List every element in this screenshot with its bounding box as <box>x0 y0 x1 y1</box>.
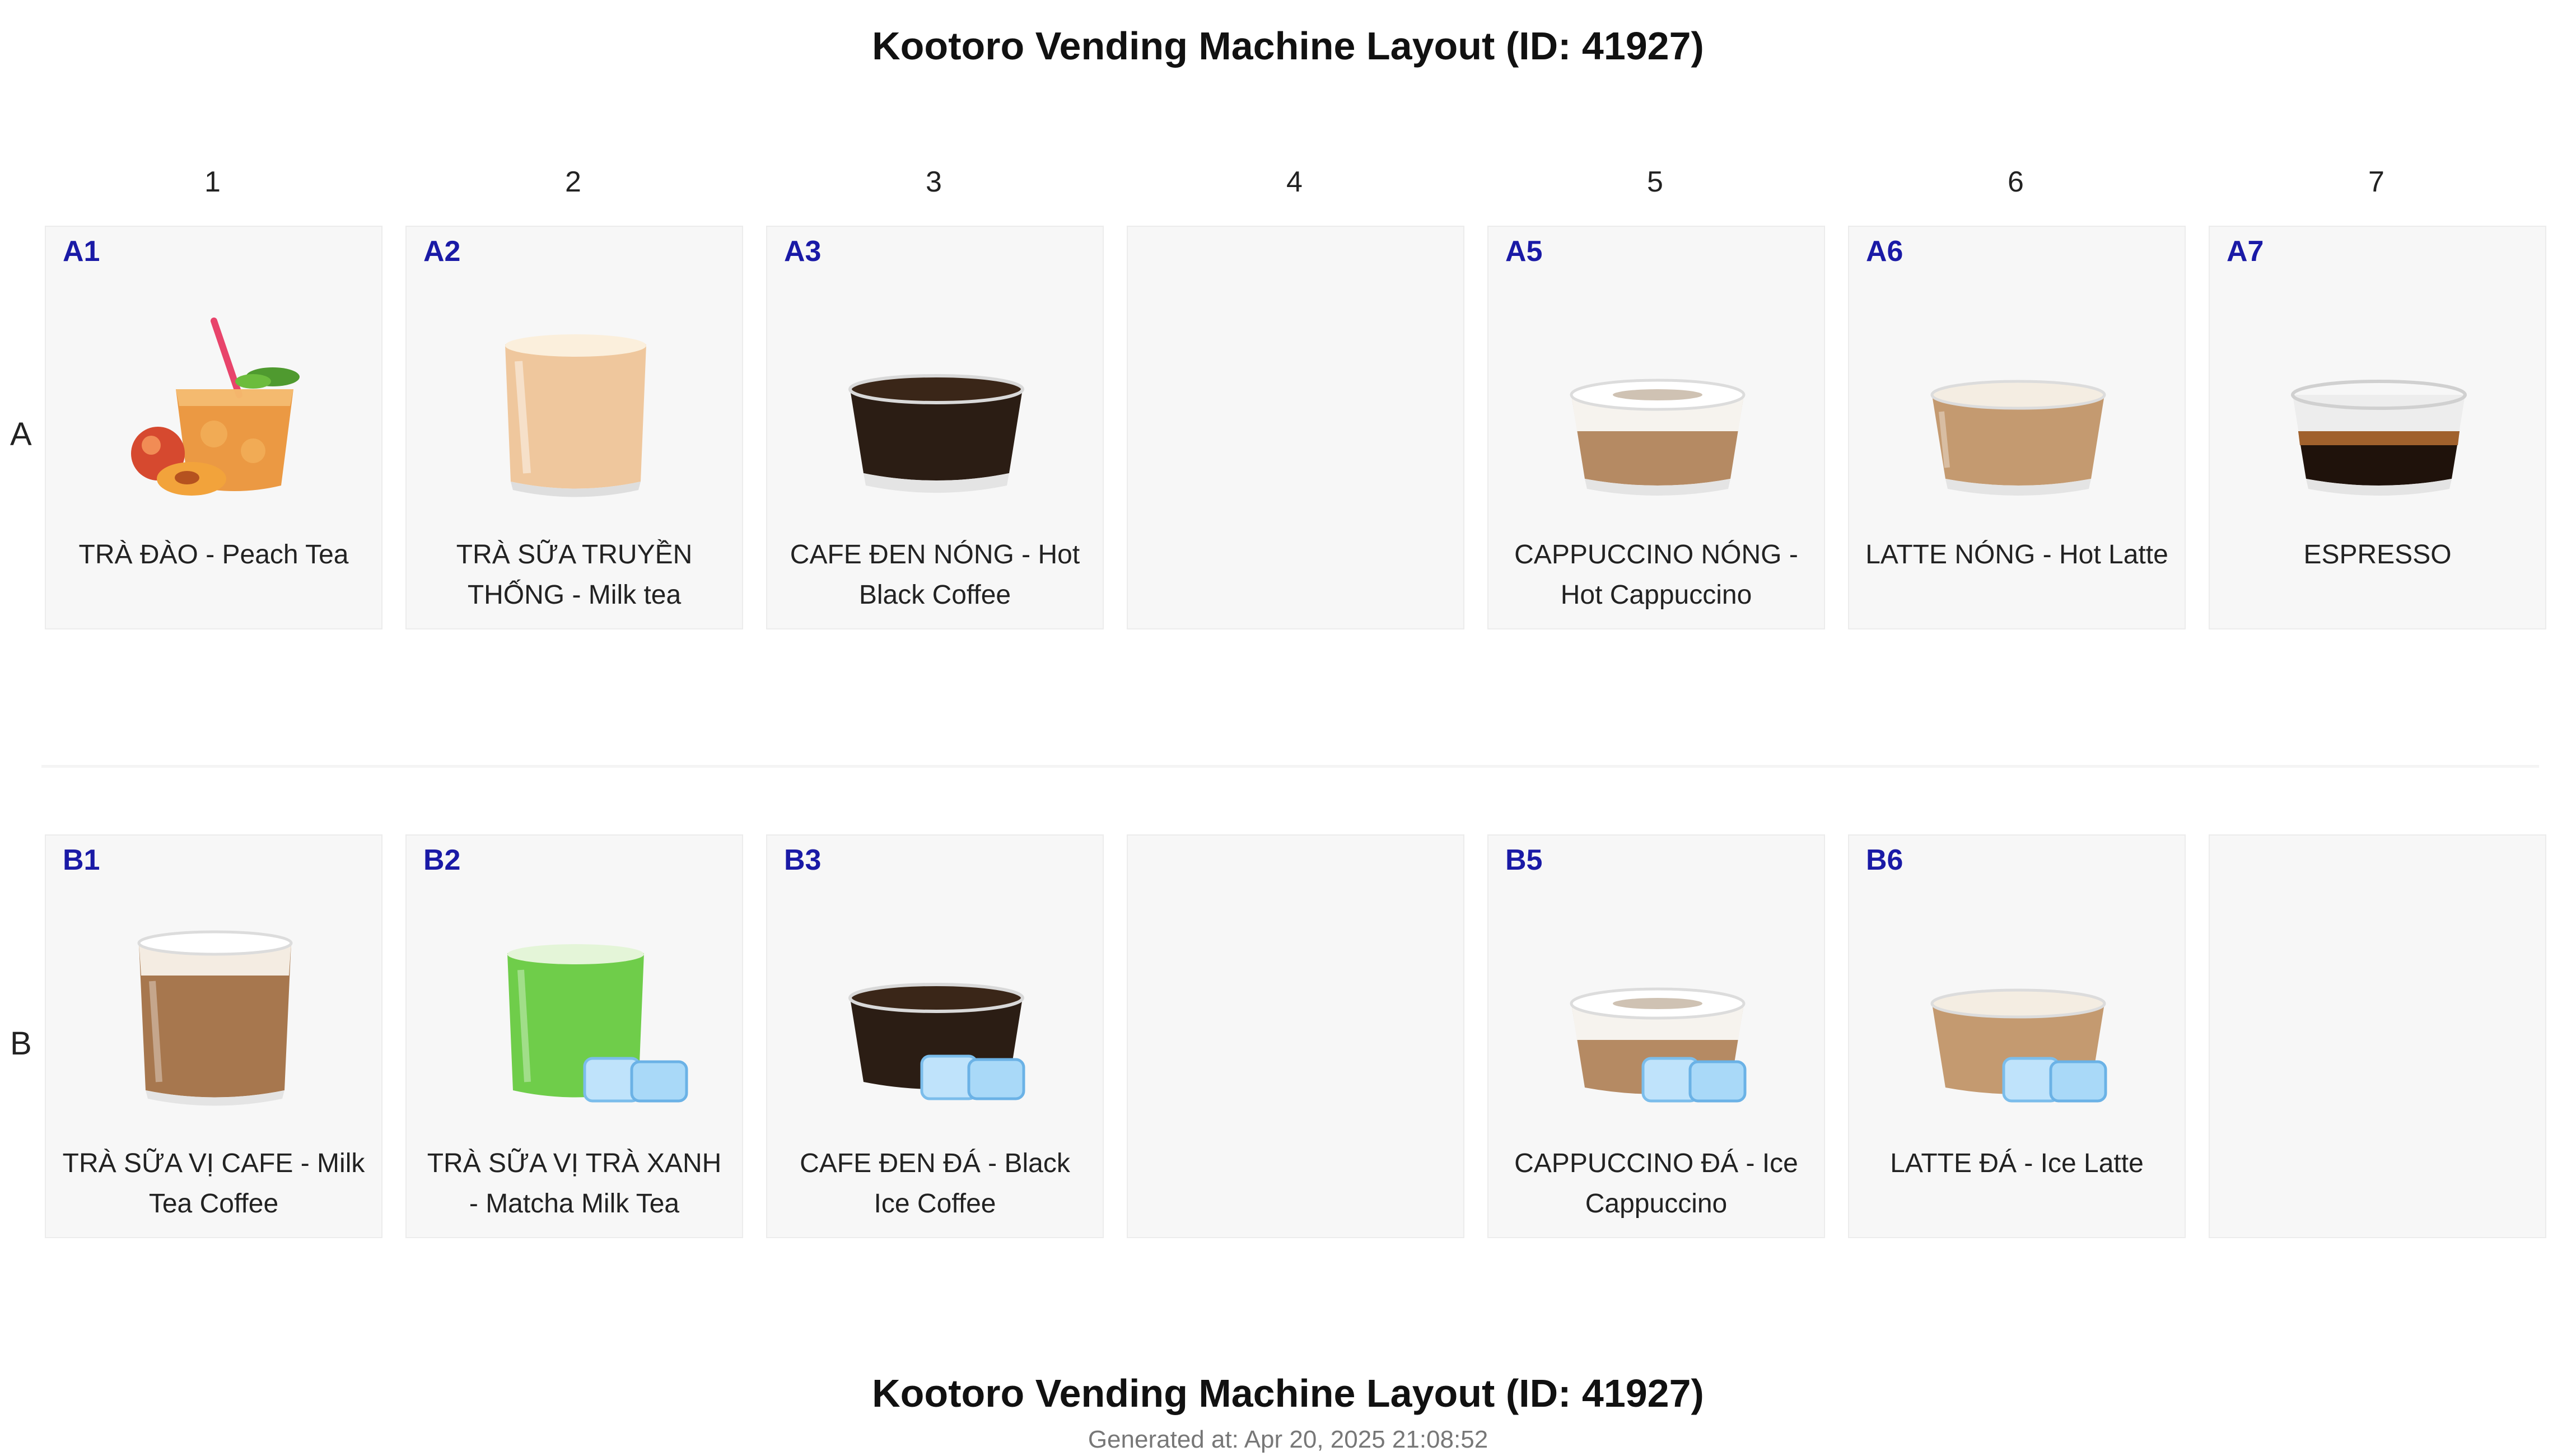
column-number-4: 4 <box>1286 166 1303 198</box>
column-number-3: 3 <box>926 166 942 198</box>
slot-a1[interactable]: A1 TRÀ ĐÀO - Peach Tea <box>45 226 382 629</box>
column-number-7: 7 <box>2368 166 2384 198</box>
slot-b5[interactable]: B5 CAPPUCCINO ĐÁ - Ice Cappuccino <box>1487 834 1825 1238</box>
slot-a6[interactable]: A6 LATTE NÓNG - Hot Latte <box>1848 226 2186 629</box>
generated-timestamp: Generated at: Apr 20, 2025 21:08:52 <box>1088 1426 1488 1453</box>
slot-code: B1 <box>63 844 100 876</box>
slot-name: TRÀ ĐÀO - Peach Tea <box>78 540 349 570</box>
slot-code: B2 <box>423 844 461 876</box>
slot-b3[interactable]: B3 CAFE ĐEN ĐÁ - Black Ice Coffee <box>766 834 1104 1238</box>
espresso-icon <box>2291 380 2467 496</box>
iced-black-coffee-icon <box>848 983 1025 1100</box>
slot-code: A5 <box>1505 235 1543 268</box>
slot-code: A3 <box>784 235 822 268</box>
slot-name: LATTE ĐÁ - Ice Latte <box>1890 1149 2144 1178</box>
row-label-a: A <box>10 416 32 452</box>
matcha-milk-tea-icon <box>507 944 688 1103</box>
slot-name: TRÀ SỮA VỊ TRÀ XANH - Matcha Milk Tea <box>427 1149 722 1219</box>
slot-name: CAFE ĐEN NÓNG - Hot Black Coffee <box>790 540 1080 610</box>
hot-latte-icon <box>1930 380 2106 496</box>
page-title: Kootoro Vending Machine Layout (ID: 4192… <box>872 24 1704 68</box>
column-number-1: 1 <box>204 166 221 198</box>
slot-b6[interactable]: B6 LATTE ĐÁ - Ice Latte <box>1848 834 2186 1238</box>
slot-code: A6 <box>1866 235 1903 268</box>
column-number-6: 6 <box>2008 166 2024 198</box>
slot-code: B5 <box>1505 844 1543 876</box>
slot-a7[interactable]: A7 ESPRESSO <box>2209 226 2546 629</box>
slot-code: A7 <box>2227 235 2264 268</box>
column-number-2: 2 <box>565 166 581 198</box>
slot-code: A1 <box>63 235 100 268</box>
column-number-5: 5 <box>1647 166 1663 198</box>
slot-a3[interactable]: A3 CAFE ĐEN NÓNG - Hot Black Coffee <box>766 226 1104 629</box>
slot-code: A2 <box>423 235 461 268</box>
slot-name: CAPPUCCINO ĐÁ - Ice Cappuccino <box>1514 1149 1798 1219</box>
row-divider <box>41 765 2539 768</box>
slot-name: TRÀ SỮA TRUYỀN THỐNG - Milk tea <box>456 540 693 610</box>
peach-tea-icon <box>131 318 300 496</box>
milk-tea-icon <box>505 334 646 497</box>
slot-code: B3 <box>784 844 822 876</box>
row-label-b: B <box>10 1025 32 1062</box>
slot-name: LATTE NÓNG - Hot Latte <box>1865 540 2168 570</box>
slot-b7-empty[interactable] <box>2209 834 2546 1238</box>
slot-name: CAPPUCCINO NÓNG - Hot Cappuccino <box>1514 540 1798 610</box>
slot-b2[interactable]: B2 TRÀ SỮA VỊ TRÀ XANH - Matcha Milk Tea <box>405 834 743 1238</box>
slot-name: CAFE ĐEN ĐÁ - Black Ice Coffee <box>800 1149 1070 1219</box>
slot-a2[interactable]: A2 TRÀ SỮA TRUYỀN THỐNG - Milk tea <box>405 226 743 629</box>
slot-name: TRÀ SỮA VỊ CAFE - Milk Tea Coffee <box>62 1149 365 1219</box>
slot-code: B6 <box>1866 844 1903 876</box>
slot-b4-empty[interactable] <box>1127 834 1464 1238</box>
slot-name: ESPRESSO <box>2303 540 2452 570</box>
iced-latte-icon <box>1930 988 2107 1103</box>
iced-cappuccino-icon <box>1570 987 1747 1103</box>
hot-cappuccino-icon <box>1570 379 1746 496</box>
footer-title: Kootoro Vending Machine Layout (ID: 4192… <box>872 1371 1704 1415</box>
slot-a5[interactable]: A5 CAPPUCCINO NÓNG - Hot Cappuccino <box>1487 226 1825 629</box>
slot-a4-empty[interactable] <box>1127 226 1464 629</box>
milk-tea-coffee-icon <box>137 930 293 1106</box>
slot-b1[interactable]: B1 TRÀ SỮA VỊ CAFE - Milk Tea Coffee <box>45 834 382 1238</box>
hot-black-coffee-icon <box>848 374 1024 493</box>
